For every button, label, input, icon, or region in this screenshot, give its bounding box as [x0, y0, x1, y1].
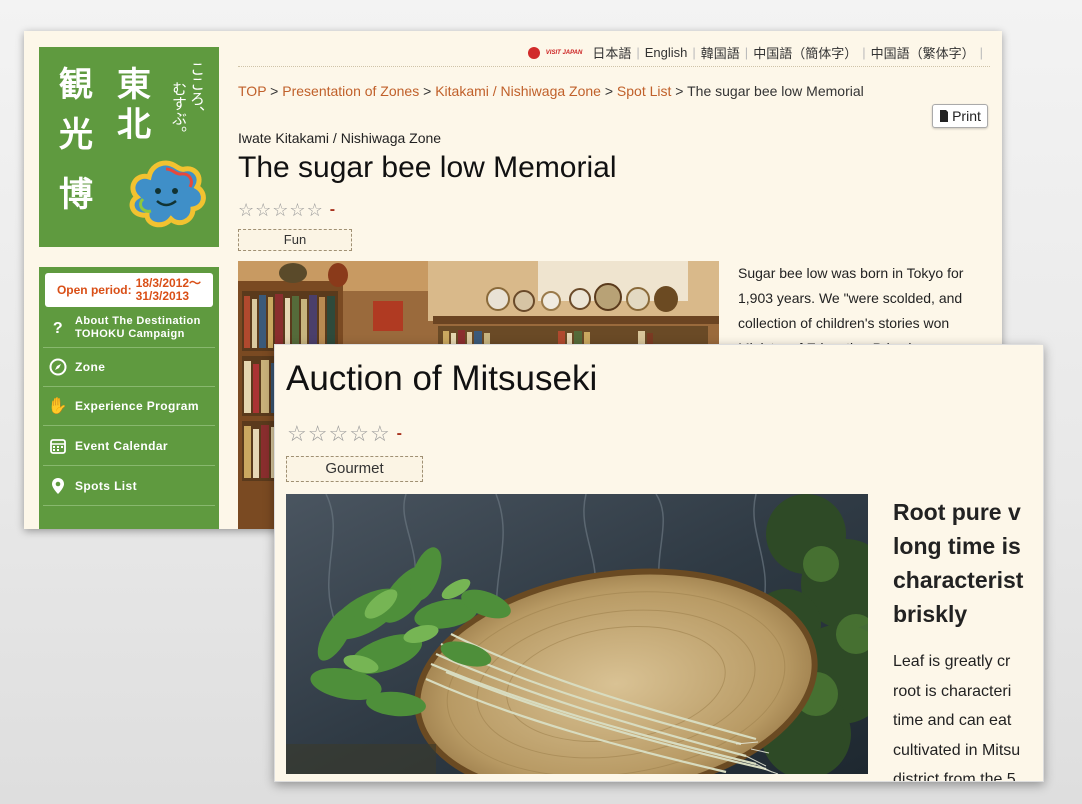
sidebar-item-zone[interactable]: Zone	[43, 348, 215, 387]
hand-icon: ✋	[47, 398, 69, 415]
sidebar-item-label: Spots List	[75, 479, 138, 493]
logo-kanji-2: 北	[117, 105, 151, 145]
star-icon[interactable]: ☆	[349, 423, 369, 445]
description-line: Leaf is greatly cr	[893, 653, 1011, 670]
print-button-label: Print	[952, 108, 981, 124]
breadcrumb-top[interactable]: TOP	[238, 83, 266, 99]
star-icon[interactable]: ☆	[328, 423, 348, 445]
sidebar-item-event-calendar[interactable]: Event Calendar	[43, 427, 215, 466]
tohoku-kanko-haku-logo[interactable]: 東 北 観 光 博 こころ、 むすぶ。	[39, 47, 219, 247]
sidebar-item-experience-program[interactable]: ✋ Experience Program	[43, 387, 215, 426]
logo-kanji-4: 光	[59, 115, 93, 155]
mascot-icon	[129, 160, 206, 228]
category-tag-fun[interactable]: Fun	[238, 229, 352, 251]
breadcrumb-presentation-of-zones[interactable]: Presentation of Zones	[282, 83, 419, 99]
star-icon[interactable]: ☆	[370, 423, 390, 445]
rating-value: -	[329, 201, 336, 218]
breadcrumb-spot-list[interactable]: Spot List	[617, 83, 671, 99]
star-icon[interactable]: ☆	[287, 423, 307, 445]
language-bar: VISIT JAPAN 日本語 | English | 韓国語 | 中国語（簡体…	[527, 43, 988, 62]
compass-icon	[47, 358, 69, 376]
logo-kanji-1: 東	[117, 65, 151, 105]
description-line: cultivated in Mitsu	[893, 741, 1021, 759]
watercress-basket-photo	[286, 494, 868, 774]
open-period-start: 18/3/2012～	[135, 276, 202, 290]
star-icon[interactable]: ☆	[255, 201, 271, 219]
heading-line: characterist	[893, 567, 1024, 593]
zone-label: Iwate Kitakami / Nishiwaga Zone	[238, 130, 442, 146]
open-period-label: Open period:	[56, 283, 132, 297]
heading-line: briskly	[893, 601, 968, 627]
star-icon[interactable]: ☆	[307, 201, 323, 219]
logo-kanji-5: 博	[59, 175, 93, 215]
visit-japan-logo[interactable]: VISIT JAPAN	[527, 46, 583, 60]
sidebar-item-label: About The Destination TOHOKU Campaign	[75, 315, 201, 340]
sidebar-item-label: Zone	[75, 360, 106, 374]
visit-japan-text: VISIT JAPAN	[545, 49, 583, 56]
description-line: time and can eat	[893, 712, 1012, 729]
page-title: Auction of Mitsuseki	[286, 359, 598, 398]
breadcrumb: TOP > Presentation of Zones > Kitakami /…	[238, 83, 864, 99]
sidebar-item-spots-list[interactable]: Spots List	[43, 467, 215, 506]
star-rating[interactable]: ☆ ☆ ☆ ☆ ☆ -	[238, 201, 335, 219]
section-heading: Root pure v long time is characterist br…	[893, 495, 1043, 631]
logo-slogan-col1: こころ、	[188, 61, 206, 121]
language-link-japanese[interactable]: 日本語	[592, 43, 631, 62]
page-title: The sugar bee low Memorial	[238, 151, 617, 184]
description-line: root is characteri	[893, 682, 1012, 700]
print-icon	[940, 110, 949, 122]
sidebar-item-about-campaign[interactable]: ? About The Destination TOHOKU Campaign	[43, 309, 215, 348]
calendar-icon	[47, 437, 69, 455]
category-tag-gourmet[interactable]: Gourmet	[286, 456, 423, 482]
heading-line: long time is	[893, 533, 1021, 559]
map-pin-icon	[47, 477, 69, 495]
star-icon[interactable]: ☆	[289, 201, 305, 219]
language-link-chinese-traditional[interactable]: 中国語（繁体字）	[871, 43, 975, 62]
print-button[interactable]: Print	[932, 104, 988, 128]
logo-slogan-col2: むすぶ。	[170, 81, 188, 141]
breadcrumb-current: The sugar bee low Memorial	[687, 83, 864, 99]
open-period-end: 31/3/2013	[135, 289, 190, 303]
description-line: district from the 5	[893, 771, 1016, 782]
open-period-box: Open period: 18/3/2012～ 31/3/2013	[45, 273, 213, 307]
open-period-dates: 18/3/2012～ 31/3/2013	[136, 277, 201, 303]
sidebar-nav: Open period: 18/3/2012～ 31/3/2013 ? Abou…	[39, 267, 219, 529]
auction-of-mitsuseki-page-window: Auction of Mitsuseki ☆ ☆ ☆ ☆ ☆ - Gourmet	[274, 344, 1044, 782]
logo-kanji-3: 観	[59, 65, 93, 105]
question-icon: ?	[52, 319, 64, 337]
spot-description: Leaf is greatly cr root is characteri ti…	[893, 647, 1043, 782]
heading-line: Root pure v	[893, 499, 1021, 525]
sidebar-item-label: Event Calendar	[75, 439, 168, 453]
star-icon[interactable]: ☆	[238, 201, 254, 219]
star-rating[interactable]: ☆ ☆ ☆ ☆ ☆ -	[287, 423, 402, 445]
language-link-chinese-simplified[interactable]: 中国語（簡体字）	[753, 43, 857, 62]
language-link-english[interactable]: English	[645, 45, 688, 60]
language-link-korean[interactable]: 韓国語	[701, 43, 740, 62]
breadcrumb-kitakami-zone[interactable]: Kitakami / Nishiwaga Zone	[435, 83, 601, 99]
rating-value: -	[396, 425, 402, 442]
star-icon[interactable]: ☆	[308, 423, 328, 445]
star-icon[interactable]: ☆	[272, 201, 288, 219]
sidebar-item-label: Experience Program	[75, 399, 199, 413]
divider	[238, 66, 990, 67]
